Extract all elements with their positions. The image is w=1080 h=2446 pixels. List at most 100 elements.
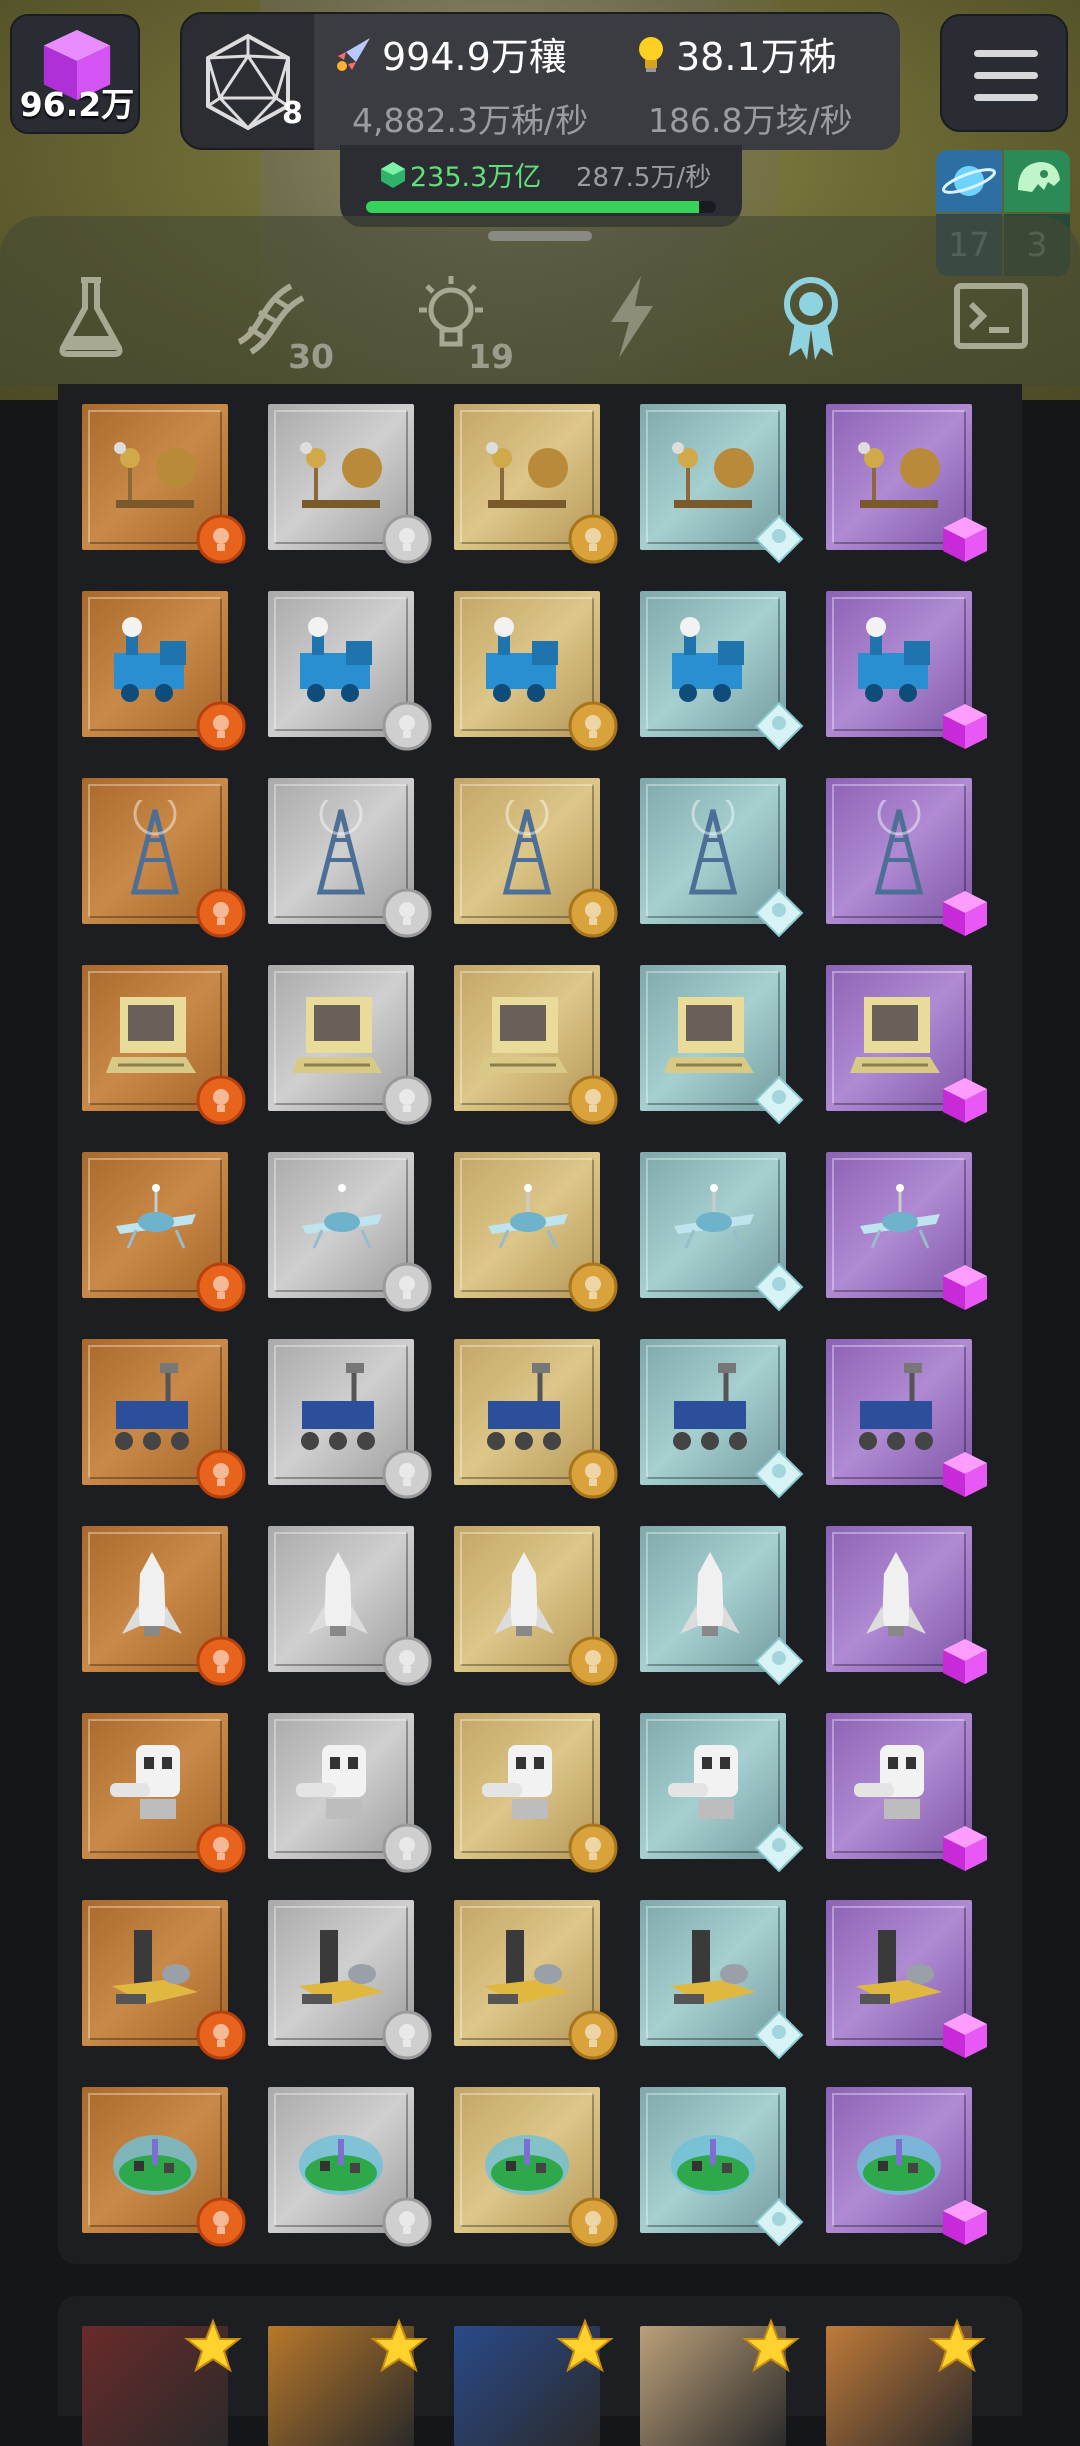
achievement-diamond[interactable] <box>640 1526 804 1686</box>
achievement-bronze[interactable] <box>82 1900 246 2060</box>
robot-icon <box>110 1745 180 1819</box>
silver-tier-icon <box>382 888 432 938</box>
achievement-gold[interactable] <box>454 404 618 564</box>
tab-research[interactable] <box>36 262 146 372</box>
achievement-bronze[interactable] <box>82 2087 246 2247</box>
achievement-purple[interactable] <box>826 778 987 936</box>
star-icon <box>184 2318 242 2373</box>
achievement-silver[interactable] <box>268 1339 432 1499</box>
achievement-purple[interactable] <box>826 1526 987 1684</box>
achievement-list <box>58 384 1022 2264</box>
achievement-silver[interactable] <box>268 1526 432 1686</box>
resource-1-value: 994.9万穰 <box>382 35 567 79</box>
tab-terminal[interactable] <box>936 262 1046 372</box>
dino-badge[interactable] <box>1004 150 1070 212</box>
tab-achievements[interactable] <box>756 262 866 372</box>
achievement-silver[interactable] <box>268 1900 432 2060</box>
achievement-diamond[interactable] <box>640 1713 804 1873</box>
achievement-purple[interactable] <box>826 1339 987 1497</box>
tab-power[interactable] <box>576 262 686 372</box>
achievement-diamond[interactable] <box>640 2087 804 2247</box>
achievement-silver[interactable] <box>268 965 432 1125</box>
orrery-icon <box>672 442 754 508</box>
achievement-purple[interactable] <box>826 2087 987 2245</box>
achievement-bronze[interactable] <box>82 1152 246 1312</box>
purple-tier-icon <box>943 891 987 936</box>
award-ribbon-icon <box>784 277 838 360</box>
scientist-portrait-icon[interactable] <box>640 2318 800 2446</box>
achievement-purple[interactable] <box>826 1152 987 1310</box>
steam-locomotive-icon <box>486 617 558 702</box>
desert-portrait-icon[interactable] <box>826 2318 986 2446</box>
achievement-bronze[interactable] <box>82 1526 246 1686</box>
achievement-bronze[interactable] <box>82 778 246 938</box>
tab-dna[interactable]: 30 <box>216 262 334 376</box>
resource-2-value: 38.1万秭 <box>676 35 837 79</box>
menu-button[interactable] <box>940 14 1068 132</box>
radio-tower-icon <box>316 800 366 895</box>
biodome-icon <box>299 2135 383 2195</box>
achievement-silver[interactable] <box>268 404 432 564</box>
achievement-purple[interactable] <box>826 591 987 749</box>
ocean-portrait-icon[interactable] <box>454 2318 614 2446</box>
achievement-gold[interactable] <box>454 965 618 1125</box>
achievement-bronze[interactable] <box>82 1713 246 1873</box>
achievement-silver[interactable] <box>268 591 432 751</box>
robot-icon <box>854 1745 924 1819</box>
resource-panel[interactable]: 8 994.9万穰 38.1万秭 4,882.3万秭/秒 186.8万垓/秒 <box>180 12 900 150</box>
achievement-gold[interactable] <box>454 1339 618 1499</box>
achievement-purple[interactable] <box>826 1900 987 2058</box>
achievement-bronze[interactable] <box>82 1339 246 1499</box>
refinery-icon <box>112 1930 198 2004</box>
lightning-icon <box>611 276 653 358</box>
explosion-portrait-icon[interactable] <box>268 2318 428 2446</box>
achievement-silver[interactable] <box>268 778 432 938</box>
resource-1: 994.9万穰 <box>334 26 567 81</box>
gold-tier-icon <box>568 1449 618 1499</box>
achievement-gold[interactable] <box>454 1152 618 1312</box>
achievement-gold[interactable] <box>454 1900 618 2060</box>
lightbulb-icon <box>639 36 663 72</box>
biodome-icon <box>113 2135 197 2195</box>
gem-counter[interactable]: 96.2万 <box>10 14 140 134</box>
achievement-diamond[interactable] <box>640 1152 804 1312</box>
silver-tier-icon <box>382 2010 432 2060</box>
achievement-silver[interactable] <box>268 1152 432 1312</box>
achievement-silver[interactable] <box>268 2087 432 2247</box>
achievement-diamond[interactable] <box>640 778 804 938</box>
achievement-bronze[interactable] <box>82 404 246 564</box>
achievement-gold[interactable] <box>454 2087 618 2247</box>
achievement-diamond[interactable] <box>640 1900 804 2060</box>
tab-ideas[interactable]: 19 <box>396 262 514 376</box>
energy-panel[interactable]: 235.3万亿 287.5万/秒 <box>340 145 742 227</box>
achievement-bronze[interactable] <box>82 965 246 1125</box>
achievement-purple[interactable] <box>826 404 987 562</box>
achievement-gold[interactable] <box>454 1526 618 1686</box>
rover-icon <box>487 1363 561 1450</box>
purple-tier-icon <box>943 1078 987 1123</box>
satellite-icon <box>302 1184 382 1249</box>
bronze-tier-icon <box>196 1449 246 1499</box>
radio-tower-icon <box>874 800 924 895</box>
achievement-gold[interactable] <box>454 591 618 751</box>
robot-icon <box>668 1745 738 1819</box>
achievement-diamond[interactable] <box>640 591 804 751</box>
drag-handle[interactable] <box>488 231 592 241</box>
green-gem-icon <box>381 161 405 188</box>
achievement-purple[interactable] <box>826 1713 987 1871</box>
achievement-bronze[interactable] <box>82 591 246 751</box>
achievement-diamond[interactable] <box>640 1339 804 1499</box>
achievement-gold[interactable] <box>454 1713 618 1873</box>
bronze-tier-icon <box>196 2197 246 2247</box>
creature-portrait-icon[interactable] <box>82 2318 242 2446</box>
achievement-purple[interactable] <box>826 965 987 1123</box>
purple-tier-icon <box>943 704 987 749</box>
planet-badge[interactable] <box>936 150 1002 212</box>
diamond-tier-icon <box>754 2010 804 2060</box>
achievement-silver[interactable] <box>268 1713 432 1873</box>
personal-computer-icon <box>478 997 568 1073</box>
achievement-diamond[interactable] <box>640 404 804 564</box>
achievement-gold[interactable] <box>454 778 618 938</box>
star-icon <box>928 2318 986 2373</box>
achievement-diamond[interactable] <box>640 965 804 1125</box>
